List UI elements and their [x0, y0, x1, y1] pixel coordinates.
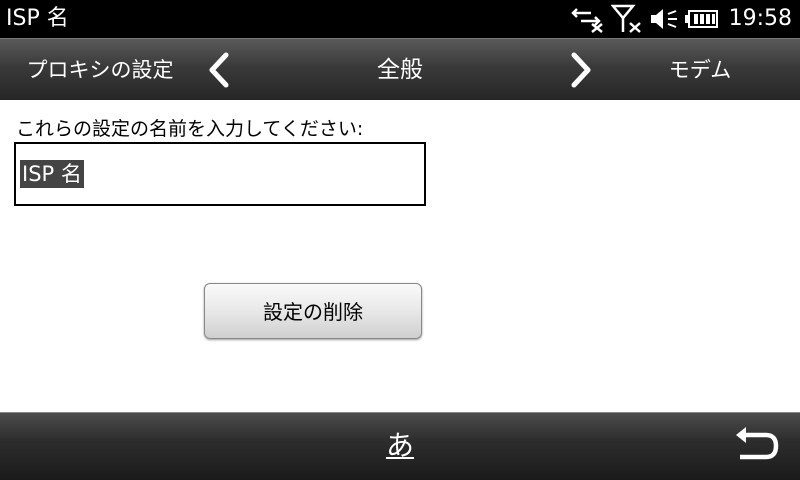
- back-arrow-icon[interactable]: [730, 425, 780, 469]
- tab-general[interactable]: 全般: [330, 39, 470, 101]
- data-disconnected-icon: [570, 8, 603, 33]
- tab-proxy-settings[interactable]: プロキシの設定: [10, 39, 190, 101]
- tab-modem[interactable]: モデム: [630, 39, 770, 101]
- isp-name-input[interactable]: ISP 名: [14, 142, 426, 206]
- speaker-muted-icon: [650, 9, 677, 29]
- name-prompt-label: これらの設定の名前を入力してください:: [16, 118, 364, 140]
- clock: 19:58: [728, 6, 792, 31]
- battery-icon: [684, 10, 718, 28]
- no-signal-icon: [610, 4, 641, 33]
- chevron-right-icon[interactable]: [568, 52, 594, 88]
- softkey-bar: あ: [0, 412, 800, 480]
- settings-tab-bar: プロキシの設定 全般 モデム: [0, 38, 800, 100]
- input-method-button[interactable]: あ: [360, 421, 440, 471]
- status-icons: 19:58: [565, 4, 792, 34]
- window-title: ISP 名: [6, 6, 69, 31]
- settings-content: これらの設定の名前を入力してください: ISP 名 設定の削除: [0, 100, 800, 412]
- isp-name-value[interactable]: ISP 名: [20, 160, 84, 188]
- status-bar: ISP 名 19:58: [0, 0, 800, 38]
- delete-settings-button[interactable]: 設定の削除: [204, 283, 422, 339]
- chevron-left-icon[interactable]: [206, 52, 232, 88]
